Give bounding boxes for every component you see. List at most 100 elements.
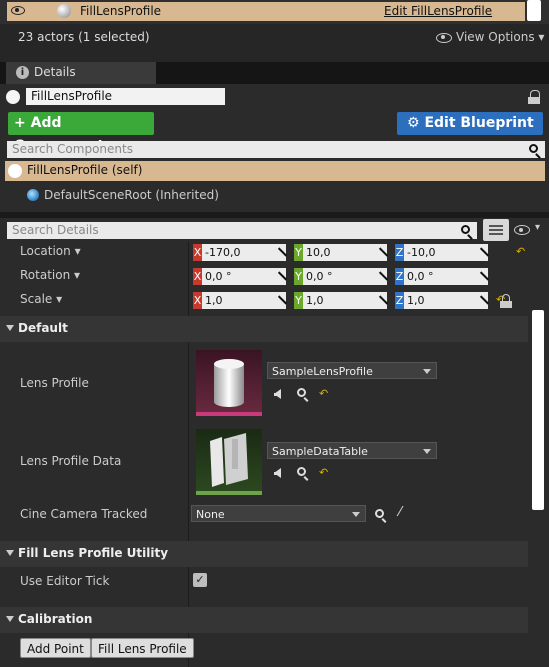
- component-self-label: FillLensProfile (self): [27, 163, 143, 177]
- section-calibration-label: Calibration: [18, 612, 93, 626]
- drag-icon[interactable]: [479, 271, 488, 280]
- search-components-input[interactable]: Search Components: [7, 141, 545, 158]
- cine-camera-value: None: [196, 508, 225, 521]
- details-visibility-eye-icon[interactable]: [514, 225, 530, 235]
- location-z-value[interactable]: -10,0: [404, 244, 488, 261]
- actor-name-field[interactable]: FillLensProfile: [26, 88, 225, 105]
- add-component-button[interactable]: + Add Component ▾: [8, 112, 154, 154]
- drag-icon[interactable]: [277, 247, 286, 256]
- tab-details[interactable]: i Details: [6, 62, 156, 84]
- lens-profile-data-dropdown[interactable]: SampleDataTable: [267, 442, 437, 459]
- drag-icon[interactable]: [378, 247, 387, 256]
- component-icon: [8, 164, 22, 178]
- location-y-value[interactable]: 10,0: [303, 244, 387, 261]
- y-axis-tag: Y: [294, 268, 303, 285]
- component-root-label[interactable]: DefaultSceneRoot (Inherited): [44, 188, 219, 202]
- y-axis-tag: Y: [294, 244, 303, 261]
- drag-icon[interactable]: [277, 271, 286, 280]
- chevron-down-icon: [423, 449, 431, 454]
- x-axis-tag: X: [193, 244, 202, 261]
- search-details-icon: [461, 225, 470, 234]
- lens-profile-data-thumbnail[interactable]: [196, 429, 262, 495]
- fill-lens-profile-button[interactable]: Fill Lens Profile: [91, 638, 194, 658]
- visibility-eye-icon[interactable]: [11, 6, 25, 15]
- outliner-row: FillLensProfile Edit FillLensProfile: [0, 0, 549, 24]
- lens-profile-dropdown[interactable]: SampleLensProfile: [267, 362, 437, 379]
- chevron-down-icon: [423, 369, 431, 374]
- x-axis-tag: X: [193, 268, 202, 285]
- outliner-status-bar: 23 actors (1 selected) View Options ▾: [0, 24, 549, 62]
- section-utility-label: Fill Lens Profile Utility: [18, 546, 169, 560]
- collapse-triangle-icon: [6, 325, 14, 331]
- section-calibration-header[interactable]: Calibration: [0, 607, 528, 633]
- visibility-dropdown-icon[interactable]: ▾: [535, 222, 540, 233]
- actor-sphere-icon: [57, 4, 71, 18]
- use-selected-arrow-icon[interactable]: [274, 468, 281, 478]
- drag-icon[interactable]: [479, 247, 488, 256]
- drag-icon[interactable]: [479, 295, 488, 304]
- scale-y-value[interactable]: 1,0: [303, 292, 387, 309]
- tab-details-label: Details: [34, 65, 76, 79]
- browse-magnifier-icon[interactable]: [375, 509, 384, 518]
- scale-x-value[interactable]: 1,0: [202, 292, 286, 309]
- reset-to-default-icon[interactable]: ↶: [319, 387, 328, 400]
- drag-icon[interactable]: [378, 271, 387, 280]
- component-self-row[interactable]: FillLensProfile (self): [5, 161, 545, 181]
- selected-actor-row[interactable]: FillLensProfile Edit FillLensProfile: [7, 2, 525, 21]
- reset-to-default-icon[interactable]: ↶: [516, 245, 525, 258]
- info-icon: i: [16, 66, 29, 79]
- actor-count: 23 actors (1 selected): [18, 30, 150, 44]
- lens-profile-thumbnail[interactable]: [196, 350, 262, 416]
- scene-root-icon: [27, 189, 39, 201]
- location-label[interactable]: Location ▾: [20, 244, 81, 258]
- view-options-label: View Options: [456, 30, 535, 44]
- section-utility-header[interactable]: Fill Lens Profile Utility: [0, 541, 528, 567]
- column-separator: [188, 242, 189, 667]
- rotation-y-value[interactable]: 0,0 °: [303, 268, 387, 285]
- search-details-input[interactable]: Search Details: [7, 222, 477, 239]
- scale-z-value[interactable]: 1,0: [404, 292, 488, 309]
- lens-profile-value: SampleLensProfile: [272, 365, 373, 378]
- scale-lock-icon[interactable]: [500, 294, 512, 308]
- section-default-header[interactable]: Default: [0, 316, 528, 342]
- collapse-triangle-icon: [6, 616, 14, 622]
- browse-magnifier-icon[interactable]: [297, 388, 306, 397]
- use-selected-arrow-icon[interactable]: [274, 389, 281, 399]
- rotation-label[interactable]: Rotation ▾: [20, 268, 80, 282]
- details-scrollbar[interactable]: [532, 310, 544, 510]
- reset-to-default-icon[interactable]: ↶: [319, 466, 328, 479]
- cine-camera-dropdown[interactable]: None: [191, 505, 366, 522]
- rotation-x-value[interactable]: 0,0 °: [202, 268, 286, 285]
- section-default-label: Default: [18, 321, 68, 335]
- edit-actor-link[interactable]: Edit FillLensProfile: [384, 4, 492, 18]
- browse-magnifier-icon[interactable]: [297, 467, 306, 476]
- drag-icon[interactable]: [378, 295, 387, 304]
- lens-profile-data-label: Lens Profile Data: [20, 454, 122, 468]
- lens-profile-data-value: SampleDataTable: [272, 445, 368, 458]
- use-editor-tick-checkbox[interactable]: ✓: [193, 573, 207, 587]
- search-icon: [529, 144, 538, 153]
- y-axis-tag: Y: [294, 292, 303, 309]
- collapse-triangle-icon: [6, 550, 14, 556]
- edit-blueprint-label: Edit Blueprint: [424, 115, 534, 131]
- z-axis-tag: Z: [395, 268, 404, 285]
- edit-blueprint-button[interactable]: ⚙ Edit Blueprint ▾: [397, 112, 543, 154]
- eye-icon: [436, 32, 452, 43]
- divider: [0, 212, 549, 218]
- lens-profile-label: Lens Profile: [20, 376, 89, 390]
- outliner-scrollbar[interactable]: [527, 0, 541, 21]
- rotation-z-value[interactable]: 0,0 °: [404, 268, 488, 285]
- eyedropper-icon[interactable]: ⁄: [399, 505, 401, 520]
- cine-camera-tracked-label: Cine Camera Tracked: [20, 507, 148, 521]
- drag-icon[interactable]: [277, 295, 286, 304]
- property-matrix-button[interactable]: [483, 219, 509, 241]
- scale-label[interactable]: Scale ▾: [20, 292, 62, 306]
- add-point-button[interactable]: Add Point: [20, 638, 91, 658]
- use-editor-tick-label: Use Editor Tick: [20, 574, 110, 588]
- actor-name-label: FillLensProfile: [80, 4, 162, 18]
- lock-icon[interactable]: [528, 90, 540, 104]
- z-axis-tag: Z: [395, 244, 404, 261]
- chevron-down-icon: [352, 512, 360, 517]
- location-x-value[interactable]: -170,0: [202, 244, 286, 261]
- view-options-button[interactable]: View Options ▾: [436, 30, 544, 44]
